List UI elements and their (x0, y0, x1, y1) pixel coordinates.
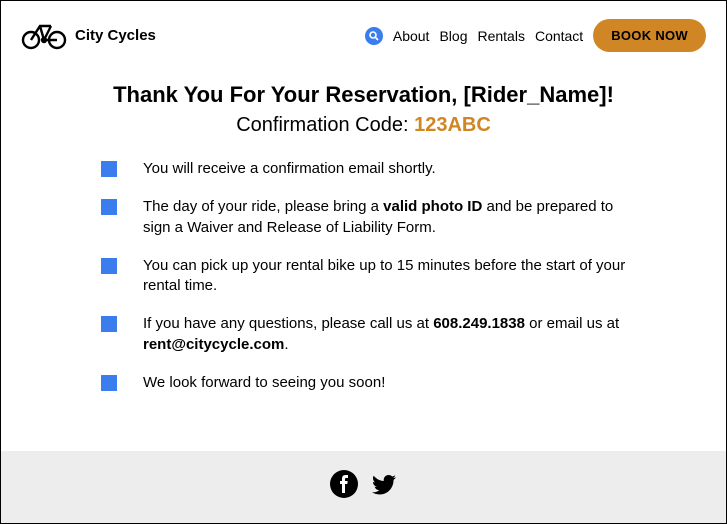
nav-blog[interactable]: Blog (439, 28, 467, 44)
nav: About Blog Rentals Contact BOOK NOW (365, 19, 706, 52)
logo-block[interactable]: City Cycles (21, 22, 156, 50)
confirmation-code: 123ABC (414, 114, 491, 136)
bullet-icon (101, 199, 117, 215)
facebook-icon[interactable] (329, 469, 359, 499)
nav-rentals[interactable]: Rentals (477, 28, 524, 44)
list-item-text: You can pick up your rental bike up to 1… (143, 256, 626, 297)
list-item: We look forward to seeing you soon! (101, 373, 626, 393)
list-item-text: The day of your ride, please bring a val… (143, 197, 626, 238)
footer (1, 451, 726, 523)
book-now-button[interactable]: BOOK NOW (593, 19, 706, 52)
list-item-text: You will receive a confirmation email sh… (143, 159, 436, 179)
main-content: Thank You For Your Reservation, [Rider_N… (1, 62, 726, 451)
list-item-text: If you have any questions, please call u… (143, 314, 626, 355)
page-title: Thank You For Your Reservation, [Rider_N… (61, 82, 666, 108)
confirmation-line: Confirmation Code: 123ABC (61, 114, 666, 137)
bullet-icon (101, 316, 117, 332)
list-item: You can pick up your rental bike up to 1… (101, 256, 626, 297)
list-item-text: We look forward to seeing you soon! (143, 373, 385, 393)
bullet-icon (101, 258, 117, 274)
nav-contact[interactable]: Contact (535, 28, 583, 44)
info-list: You will receive a confirmation email sh… (61, 159, 666, 393)
twitter-icon[interactable] (369, 469, 399, 499)
search-icon[interactable] (365, 27, 383, 45)
brand-name: City Cycles (75, 27, 156, 44)
list-item: You will receive a confirmation email sh… (101, 159, 626, 179)
header: City Cycles About Blog Rentals Contact B… (1, 1, 726, 62)
bike-logo-icon (21, 22, 67, 50)
list-item: If you have any questions, please call u… (101, 314, 626, 355)
bullet-icon (101, 161, 117, 177)
list-item: The day of your ride, please bring a val… (101, 197, 626, 238)
bullet-icon (101, 375, 117, 391)
nav-about[interactable]: About (393, 28, 430, 44)
confirmation-label: Confirmation Code: (236, 114, 414, 136)
